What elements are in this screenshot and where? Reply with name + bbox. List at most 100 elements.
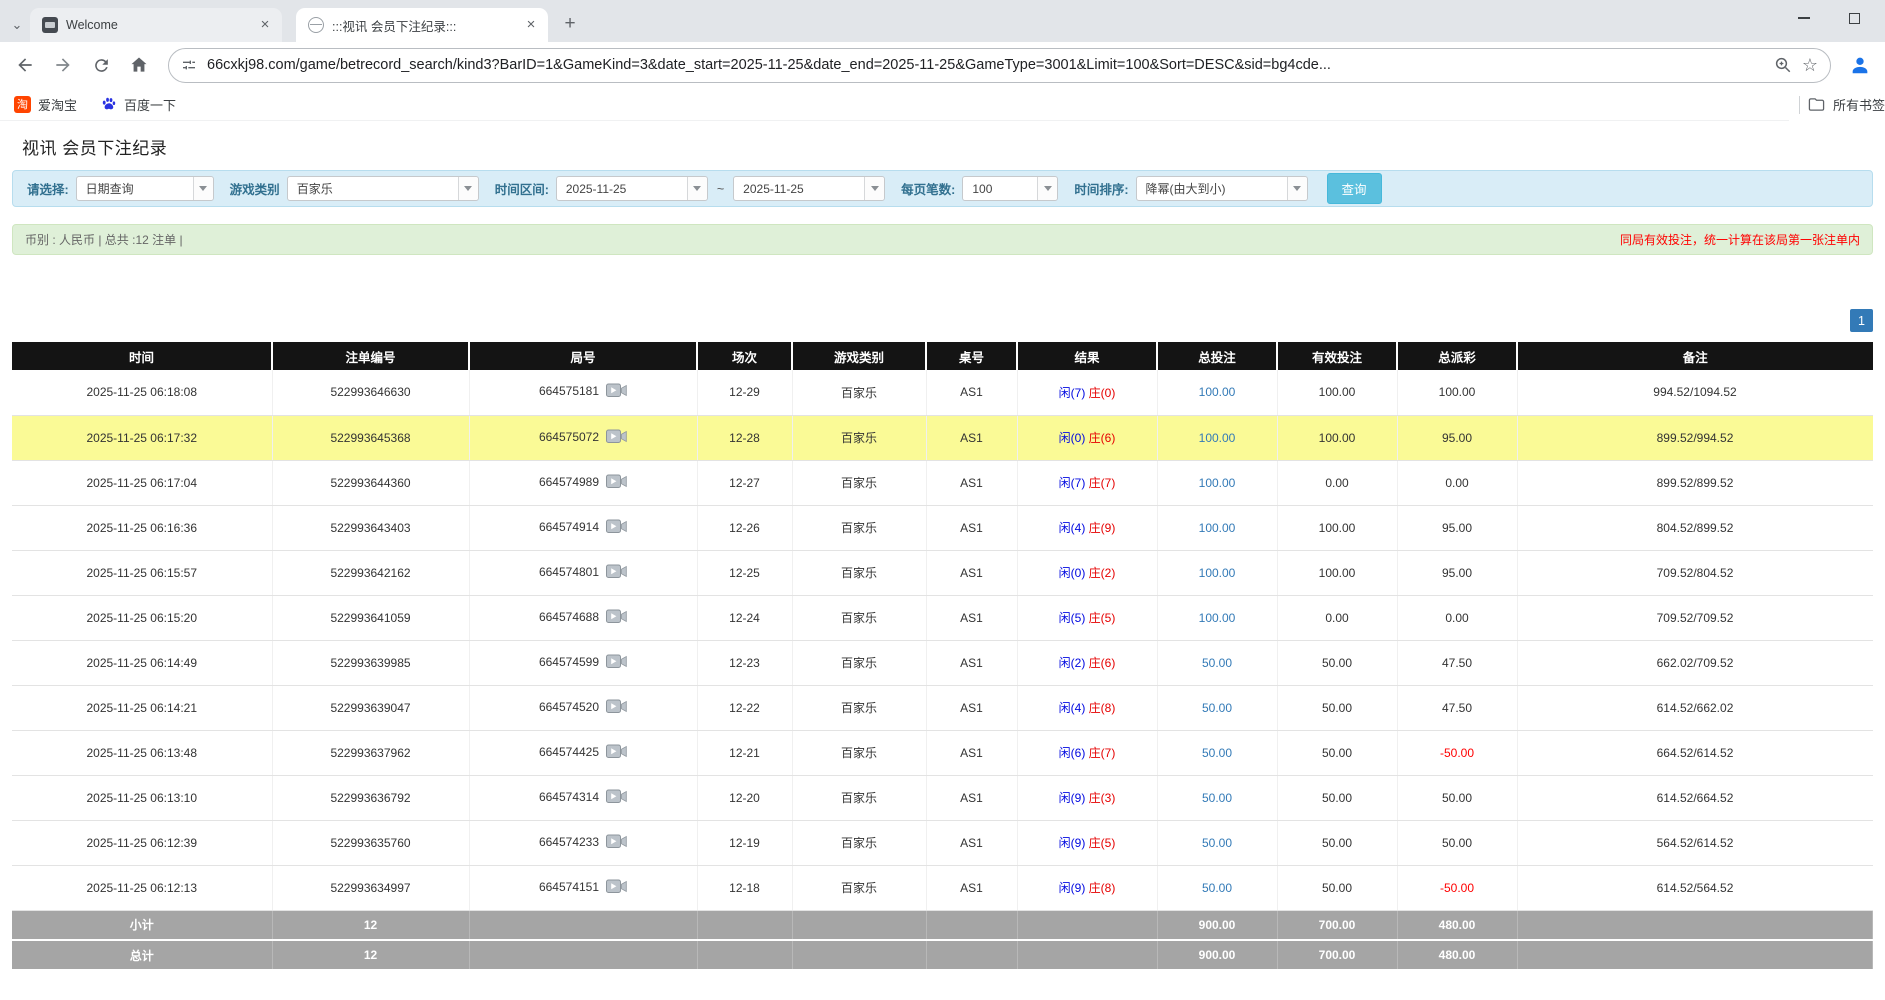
round-video-icon[interactable]: [606, 429, 627, 447]
round-video-icon[interactable]: [606, 609, 627, 627]
site-info-icon[interactable]: [181, 57, 197, 73]
tab-close-icon[interactable]: ×: [256, 16, 274, 34]
round-video-icon[interactable]: [606, 744, 627, 762]
cell-result: 闲(9) 庄(5): [1017, 820, 1157, 865]
query-button[interactable]: 查询: [1327, 173, 1382, 204]
tab-close-icon[interactable]: ×: [522, 16, 540, 34]
cell-time: 2025-11-25 06:18:08: [12, 370, 272, 415]
total-bet-link[interactable]: 50.00: [1202, 701, 1232, 715]
page-1-button[interactable]: 1: [1850, 309, 1873, 332]
result-player: 闲(9): [1059, 836, 1086, 850]
result-banker: 庄(5): [1089, 611, 1116, 625]
total-bet-link[interactable]: 50.00: [1202, 791, 1232, 805]
round-video-icon[interactable]: [606, 519, 627, 537]
cell-time: 2025-11-25 06:17:32: [12, 415, 272, 460]
cell-session: 12-26: [697, 505, 792, 550]
minimize-button[interactable]: [1779, 1, 1829, 35]
bookmark-taobao[interactable]: 淘 爱淘宝: [14, 95, 77, 114]
bookmark-star-icon[interactable]: ☆: [1802, 56, 1818, 74]
dropdown-arrow-icon[interactable]: [193, 177, 213, 200]
column-header: 总投注: [1157, 342, 1277, 370]
round-video-icon[interactable]: [606, 879, 627, 897]
bookmark-baidu[interactable]: 百度一下: [101, 95, 176, 114]
new-tab-button[interactable]: +: [556, 10, 584, 38]
minimize-icon: [1798, 17, 1810, 19]
total-bet-link[interactable]: 50.00: [1202, 881, 1232, 895]
result-banker: 庄(6): [1089, 431, 1116, 445]
result-player: 闲(2): [1059, 656, 1086, 670]
round-video-icon[interactable]: [606, 474, 627, 492]
result-player: 闲(0): [1059, 566, 1086, 580]
total-bet-link[interactable]: 50.00: [1202, 656, 1232, 670]
game-type-dropdown[interactable]: 百家乐: [287, 176, 479, 201]
column-header: 局号: [469, 342, 697, 370]
table-row: 2025-11-25 06:17:32 522993645368 6645750…: [12, 415, 1873, 460]
forward-button[interactable]: [46, 48, 80, 82]
profile-button[interactable]: [1843, 48, 1877, 82]
sort-dropdown[interactable]: 降幂(由大到小): [1136, 176, 1308, 201]
url-bar[interactable]: 66cxkj98.com/game/betrecord_search/kind3…: [168, 48, 1831, 83]
per-page-dropdown[interactable]: 100: [962, 176, 1058, 201]
baidu-paw-icon: [101, 96, 117, 112]
column-header: 桌号: [926, 342, 1017, 370]
footer-empty: [792, 940, 926, 970]
date-start-dropdown[interactable]: 2025-11-25: [556, 176, 708, 201]
cell-result: 闲(9) 庄(3): [1017, 775, 1157, 820]
date-end-dropdown[interactable]: 2025-11-25: [733, 176, 885, 201]
total-bet-link[interactable]: 100.00: [1199, 385, 1236, 399]
game-type-value: 百家乐: [297, 180, 333, 197]
round-id-text: 664575072: [539, 430, 599, 444]
cell-total-bet: 50.00: [1157, 685, 1277, 730]
cell-valid-bet: 100.00: [1277, 550, 1397, 595]
total-bet-link[interactable]: 100.00: [1199, 611, 1236, 625]
tab-welcome[interactable]: Welcome ×: [30, 8, 282, 42]
cell-table-no: AS1: [926, 640, 1017, 685]
cell-result: 闲(7) 庄(0): [1017, 370, 1157, 415]
round-video-icon[interactable]: [606, 383, 627, 401]
reload-button[interactable]: [84, 48, 118, 82]
table-row: 2025-11-25 06:15:57 522993642162 6645748…: [12, 550, 1873, 595]
cell-note: 664.52/614.52: [1517, 730, 1873, 775]
dropdown-arrow-icon[interactable]: [864, 177, 884, 200]
table-row: 2025-11-25 06:13:10 522993636792 6645743…: [12, 775, 1873, 820]
maximize-button[interactable]: [1829, 1, 1879, 35]
cell-valid-bet: 50.00: [1277, 865, 1397, 910]
cell-game-type: 百家乐: [792, 820, 926, 865]
cell-game-type: 百家乐: [792, 730, 926, 775]
total-bet-link[interactable]: 100.00: [1199, 476, 1236, 490]
tab-betrecord[interactable]: :::视讯 会员下注纪录::: ×: [296, 8, 548, 42]
round-video-icon[interactable]: [606, 789, 627, 807]
table-row: 2025-11-25 06:12:13 522993634997 6645741…: [12, 865, 1873, 910]
globe-favicon: [308, 17, 324, 33]
result-player: 闲(9): [1059, 791, 1086, 805]
cell-game-type: 百家乐: [792, 415, 926, 460]
tab-search-chevron-icon[interactable]: ⌄: [4, 8, 30, 42]
back-button[interactable]: [8, 48, 42, 82]
url-text[interactable]: 66cxkj98.com/game/betrecord_search/kind3…: [207, 57, 1764, 73]
cell-valid-bet: 0.00: [1277, 460, 1397, 505]
dropdown-arrow-icon[interactable]: [687, 177, 707, 200]
cell-result: 闲(7) 庄(7): [1017, 460, 1157, 505]
dropdown-arrow-icon[interactable]: [1037, 177, 1057, 200]
total-bet-link[interactable]: 50.00: [1202, 836, 1232, 850]
round-video-icon[interactable]: [606, 654, 627, 672]
cell-valid-bet: 0.00: [1277, 595, 1397, 640]
total-bet-link[interactable]: 100.00: [1199, 566, 1236, 580]
total-bet-link[interactable]: 100.00: [1199, 431, 1236, 445]
total-bet-link[interactable]: 100.00: [1199, 521, 1236, 535]
query-type-dropdown[interactable]: 日期查询: [76, 176, 214, 201]
total-bet-link[interactable]: 50.00: [1202, 746, 1232, 760]
footer-empty: [1517, 940, 1873, 970]
dropdown-arrow-icon[interactable]: [1287, 177, 1307, 200]
zoom-icon[interactable]: [1774, 56, 1792, 74]
cell-note: 614.52/662.02: [1517, 685, 1873, 730]
round-video-icon[interactable]: [606, 699, 627, 717]
all-bookmarks[interactable]: 所有书签: [1789, 88, 1885, 121]
cell-payout: 100.00: [1397, 370, 1517, 415]
dropdown-arrow-icon[interactable]: [458, 177, 478, 200]
forward-icon: [53, 55, 73, 75]
round-video-icon[interactable]: [606, 834, 627, 852]
cell-game-type: 百家乐: [792, 865, 926, 910]
home-button[interactable]: [122, 48, 156, 82]
round-video-icon[interactable]: [606, 564, 627, 582]
